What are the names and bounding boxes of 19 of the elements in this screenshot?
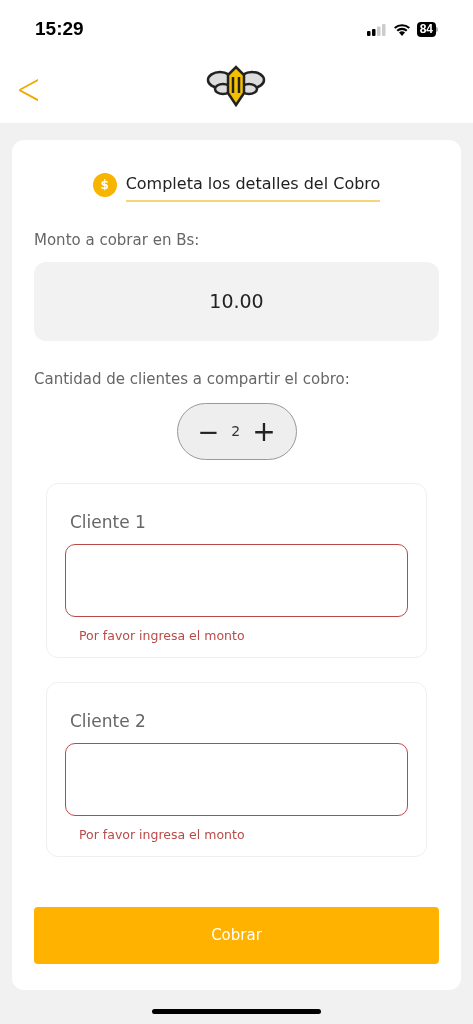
signal-icon — [366, 23, 387, 36]
field-label: Monto a cobrar en Bs: — [34, 230, 201, 251]
error-message: Por favor ingresa el monto — [79, 825, 246, 844]
section-title: Completa los detalles del Cobro — [125, 168, 381, 202]
coin-icon: $ — [92, 173, 117, 197]
wifi-icon — [392, 23, 411, 36]
stepper-value: 2 — [231, 422, 241, 441]
input-field[interactable] — [65, 742, 408, 816]
decrement-button[interactable]: − — [197, 418, 220, 445]
input-field[interactable] — [65, 543, 408, 617]
client-label: Cliente 2 — [70, 710, 147, 733]
client-label: Cliente 1 — [70, 511, 147, 534]
field-label: Cantidad de clientes a compartir el cobro: — [34, 368, 351, 390]
error-message: Por favor ingresa el monto — [79, 626, 246, 645]
battery-icon: 84 — [416, 22, 438, 37]
bee-logo — [206, 63, 266, 107]
increment-button[interactable]: + — [252, 417, 276, 446]
status-time: 15:29 — [35, 17, 84, 42]
amount-field[interactable]: 10.00 — [34, 261, 439, 341]
